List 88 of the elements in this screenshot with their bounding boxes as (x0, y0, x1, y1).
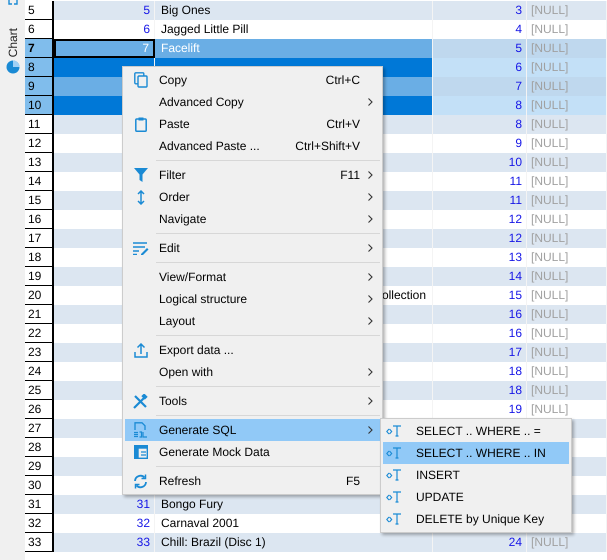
table-cell: 15 (508, 288, 522, 302)
null-cell: [NULL] (531, 136, 568, 150)
table-cell: 6 (515, 60, 522, 74)
table-cell: 18 (508, 364, 522, 378)
table-cell: Carnaval 2001 (161, 516, 240, 530)
table-cell: Chill: Brazil (Disc 1) (161, 535, 266, 549)
row-number: 26 (25, 400, 54, 419)
table-cell: 8 (515, 117, 522, 131)
row-number: 20 (25, 286, 54, 305)
null-cell: [NULL] (531, 98, 568, 112)
table-cell: Bongo Fury (161, 497, 224, 511)
null-cell: [NULL] (531, 3, 568, 17)
row-number: 17 (25, 229, 54, 248)
row-number: 12 (25, 134, 54, 153)
row-number: 33 (25, 533, 54, 552)
null-cell: [NULL] (531, 383, 568, 397)
null-cell: [NULL] (531, 402, 568, 416)
table-cell: 6 (143, 22, 150, 36)
row-number: 13 (25, 153, 54, 172)
table-cell: 11 (510, 193, 522, 207)
row-number: 7 (25, 39, 54, 58)
table-cell: 7 (142, 41, 149, 55)
null-cell: [NULL] (531, 535, 568, 549)
table-cell: 5 (515, 41, 522, 55)
row-number: 31 (25, 495, 54, 514)
row-number: 21 (25, 305, 54, 324)
row-number: 8 (25, 58, 54, 77)
table-cell: 3 (515, 3, 522, 17)
row-number: 15 (25, 191, 54, 210)
table-cell: 33 (136, 535, 150, 549)
table-cell-text: ollection (382, 287, 426, 304)
table-cell: 4 (515, 22, 522, 36)
null-cell: [NULL] (531, 231, 568, 245)
null-cell: [NULL] (531, 193, 568, 207)
null-cell: [NULL] (531, 364, 568, 378)
table-cell: 8 (515, 98, 522, 112)
table-cell: 17 (508, 345, 522, 359)
table-cell: 16 (508, 307, 522, 321)
row-number: 23 (25, 343, 54, 362)
row-number: 24 (25, 362, 54, 381)
null-cell: [NULL] (531, 41, 568, 55)
row-number: 16 (25, 210, 54, 229)
null-cell: [NULL] (531, 288, 568, 302)
null-cell: [NULL] (531, 60, 568, 74)
null-cell: [NULL] (531, 307, 568, 321)
row-number: 32 (25, 514, 54, 533)
table-cell: 19 (508, 402, 522, 416)
table-cell: 9 (515, 136, 522, 150)
table-cell: 12 (508, 212, 522, 226)
null-cell: [NULL] (531, 212, 568, 226)
null-cell: [NULL] (531, 269, 568, 283)
row-number: 10 (25, 96, 54, 115)
row-number: 19 (25, 267, 54, 286)
null-cell: [NULL] (531, 174, 568, 188)
row-number: 18 (25, 248, 54, 267)
null-cell: [NULL] (531, 326, 568, 340)
table-cell: 5 (143, 3, 150, 17)
table-cell: 10 (508, 155, 522, 169)
table-cell: 32 (136, 516, 150, 530)
row-number: 9 (25, 77, 54, 96)
table-cell: 14 (508, 269, 522, 283)
row-number: 5 (25, 1, 54, 20)
table-cell: Big Ones (161, 3, 210, 17)
row-number: 25 (25, 381, 54, 400)
table-cell: 31 (136, 497, 150, 511)
table-cell: Facelift (161, 41, 200, 55)
table-cell: Jagged Little Pill (161, 22, 248, 36)
table-cell: 24 (508, 535, 522, 549)
row-number: 29 (25, 457, 54, 476)
table-cell: 7 (515, 79, 522, 93)
row-number: 30 (25, 476, 54, 495)
row-number: 11 (25, 115, 54, 134)
null-cell: [NULL] (531, 117, 568, 131)
table-cell: 13 (508, 250, 522, 264)
null-cell: [NULL] (531, 345, 568, 359)
table-cell: 12 (508, 231, 522, 245)
null-cell: [NULL] (531, 79, 568, 93)
row-number: 27 (25, 419, 54, 438)
null-cell: [NULL] (531, 155, 568, 169)
null-cell: [NULL] (531, 250, 568, 264)
row-number: 14 (25, 172, 54, 191)
null-cell: [NULL] (531, 22, 568, 36)
row-number: 6 (25, 20, 54, 39)
table-cell: 11 (510, 174, 522, 188)
table-cell: 18 (508, 383, 522, 397)
table-cell: 16 (508, 326, 522, 340)
row-number: 22 (25, 324, 54, 343)
row-number: 28 (25, 438, 54, 457)
